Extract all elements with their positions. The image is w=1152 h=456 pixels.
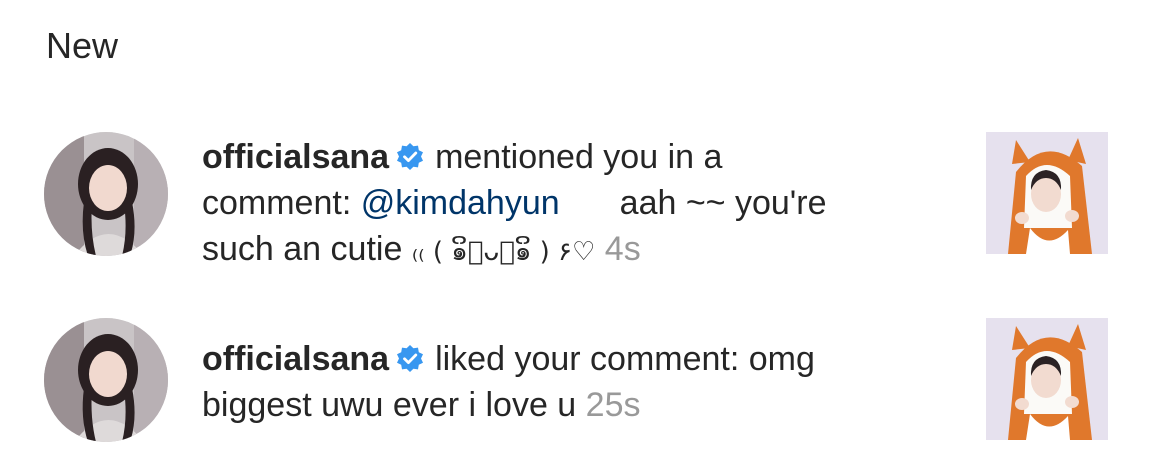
username[interactable]: officialsana bbox=[202, 340, 389, 378]
timestamp: 4s bbox=[604, 230, 641, 268]
kaomoji: ₍₍ ( ๑ິ⃕ᴗ⃔๑ິ ) ۶♡ bbox=[411, 237, 596, 267]
comment-text: biggest uwu ever i love u bbox=[202, 386, 577, 424]
section-title: New bbox=[46, 25, 119, 66]
comment-text: aah ~~ you're bbox=[619, 184, 827, 222]
username[interactable]: officialsana bbox=[202, 138, 389, 176]
timestamp: 25s bbox=[585, 386, 641, 424]
comment-prefix: comment: bbox=[202, 184, 352, 222]
notification-action: liked your comment: omg bbox=[435, 340, 815, 378]
verified-badge-icon bbox=[395, 138, 425, 170]
mention-link[interactable]: @kimdahyun bbox=[361, 184, 560, 222]
avatar[interactable] bbox=[44, 318, 168, 442]
post-thumbnail[interactable] bbox=[986, 318, 1108, 440]
notification-action: mentioned you in a bbox=[435, 138, 723, 176]
post-thumbnail[interactable] bbox=[986, 132, 1108, 254]
avatar[interactable] bbox=[44, 132, 168, 256]
verified-badge-icon bbox=[395, 340, 425, 372]
comment-text-continued: such an cutie bbox=[202, 230, 403, 268]
